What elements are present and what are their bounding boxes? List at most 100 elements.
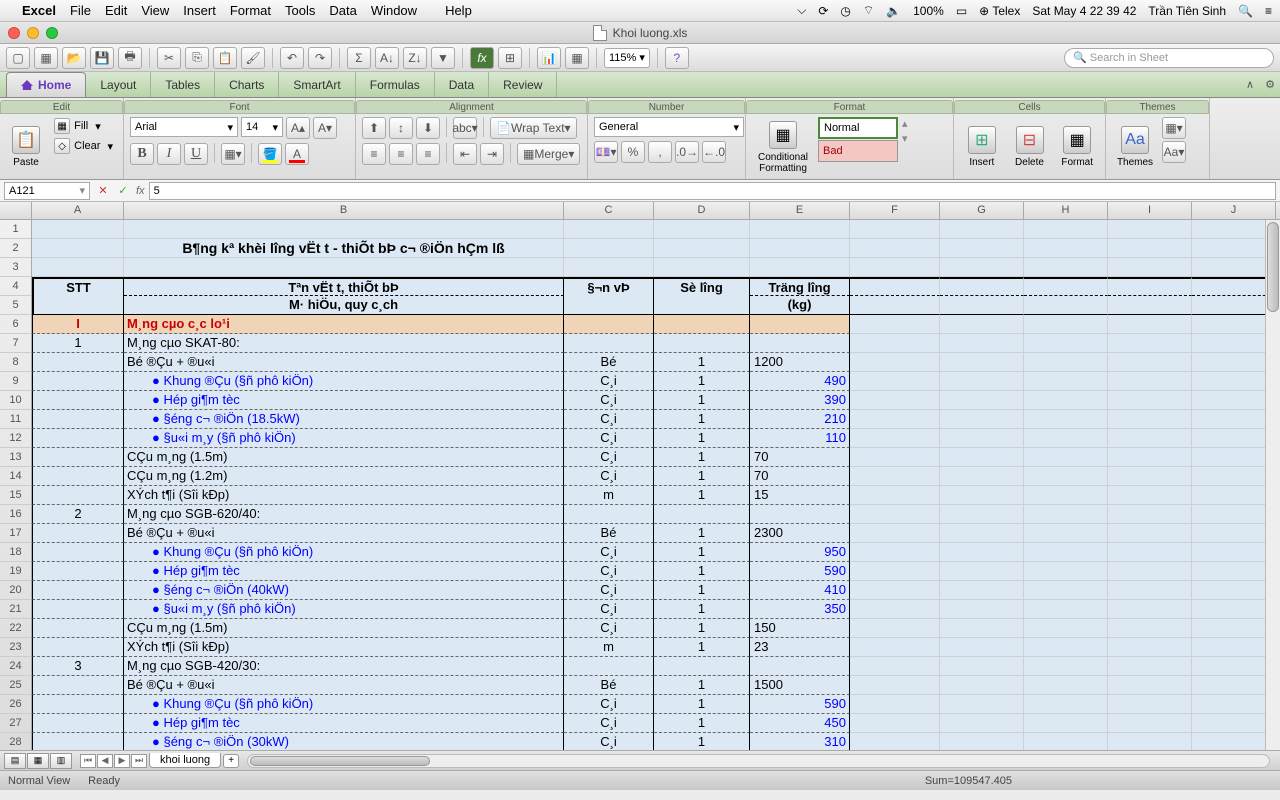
user-name[interactable]: Trần Tiên Sinh [1148, 4, 1226, 18]
cell[interactable]: Bé ®Çu + ®u«i [124, 524, 564, 543]
cell[interactable] [32, 524, 124, 543]
collapse-ribbon-icon[interactable]: ∧ [1240, 72, 1260, 97]
dec-inc-button[interactable]: .0→ [675, 141, 699, 163]
cell[interactable] [1192, 562, 1276, 581]
cell[interactable] [654, 220, 750, 239]
row-11[interactable]: 11 [0, 410, 31, 429]
cell[interactable] [124, 220, 564, 239]
cell[interactable] [654, 239, 750, 258]
cell[interactable] [940, 486, 1024, 505]
cell[interactable]: C¸i [564, 581, 654, 600]
cell[interactable] [32, 543, 124, 562]
cell[interactable] [750, 258, 850, 277]
sync-icon[interactable]: ⟳ [818, 4, 828, 18]
fx-button[interactable]: fx [470, 47, 494, 69]
cell[interactable] [1108, 429, 1192, 448]
menu-insert[interactable]: Insert [183, 3, 216, 18]
cell[interactable] [1024, 486, 1108, 505]
filter-button[interactable]: ▼ [431, 47, 455, 69]
cell[interactable]: M· hiÖu, quy c¸ch [124, 296, 564, 315]
wraptext-button[interactable]: 📄 Wrap Text ▾ [490, 117, 577, 139]
print-button[interactable]: 🖶 [118, 47, 142, 69]
row-15[interactable]: 15 [0, 486, 31, 505]
cell[interactable] [1108, 505, 1192, 524]
row-16[interactable]: 16 [0, 505, 31, 524]
cell[interactable]: 15 [750, 486, 850, 505]
cell[interactable] [850, 258, 940, 277]
cell[interactable] [1192, 467, 1276, 486]
cell[interactable] [1192, 543, 1276, 562]
col-H[interactable]: H [1024, 202, 1108, 219]
cell[interactable] [850, 714, 940, 733]
pagelayout-view-button[interactable]: ▦ [27, 753, 49, 769]
tab-last-icon[interactable]: ⏭ [131, 754, 147, 768]
col-B[interactable]: B [124, 202, 564, 219]
templates-button[interactable]: ▦ [34, 47, 58, 69]
cell[interactable] [850, 353, 940, 372]
cell[interactable] [32, 600, 124, 619]
cell[interactable] [564, 258, 654, 277]
cell[interactable] [1024, 695, 1108, 714]
save-button[interactable]: 💾 [90, 47, 114, 69]
paste-bigbutton[interactable]: 📋Paste [6, 117, 46, 177]
cell[interactable] [850, 733, 940, 750]
cell[interactable]: I [32, 315, 124, 334]
cell[interactable]: C¸i [564, 448, 654, 467]
clock-icon[interactable]: ◷ [840, 4, 850, 18]
cell[interactable] [850, 220, 940, 239]
cell[interactable]: (kg) [750, 296, 850, 315]
pagebreak-view-button[interactable]: ▥ [50, 753, 72, 769]
cell[interactable]: §u«i m¸y (§ñ phô kiÖn) [124, 429, 564, 448]
menu-format[interactable]: Format [230, 3, 271, 18]
percent-button[interactable]: % [621, 141, 645, 163]
ribbon-options-icon[interactable]: ⚙ [1260, 72, 1280, 97]
menu-excel[interactable]: Excel [22, 3, 56, 18]
cell[interactable]: Träng l­îng [750, 277, 850, 296]
cell[interactable]: M¸ng cµo SGB-620/40: [124, 505, 564, 524]
cell[interactable] [850, 239, 940, 258]
cell[interactable]: M¸ng cµo SGB-420/30: [124, 657, 564, 676]
cell[interactable] [750, 657, 850, 676]
cell[interactable]: B¶ng kª khèi l­îng vËt t­ - thiÕt bÞ c¬ … [124, 239, 564, 258]
cell[interactable] [940, 714, 1024, 733]
cell[interactable]: Hép gi¶m tèc [124, 391, 564, 410]
tab-next-icon[interactable]: ▶ [114, 754, 130, 768]
cell[interactable]: Bé [564, 524, 654, 543]
cell[interactable] [940, 239, 1024, 258]
cell[interactable]: CÇu m¸ng (1.2m) [124, 467, 564, 486]
cell[interactable] [1192, 429, 1276, 448]
undo-button[interactable]: ↶ [280, 47, 304, 69]
cell[interactable] [1192, 695, 1276, 714]
grid[interactable]: B¶ng kª khèi l­îng vËt t­ - thiÕt bÞ c¬ … [32, 220, 1280, 750]
row-7[interactable]: 7 [0, 334, 31, 353]
cell[interactable]: §u«i m¸y (§ñ phô kiÖn) [124, 600, 564, 619]
cell[interactable] [940, 562, 1024, 581]
cell[interactable] [1192, 372, 1276, 391]
cell[interactable] [1108, 296, 1192, 315]
cell[interactable]: §¬n vÞ [564, 277, 654, 296]
cell[interactable] [940, 695, 1024, 714]
cell[interactable] [750, 334, 850, 353]
align-left-button[interactable]: ≡ [362, 143, 386, 165]
normal-view-button[interactable]: ▤ [4, 753, 26, 769]
cell[interactable]: 1 [654, 714, 750, 733]
cell[interactable] [1108, 334, 1192, 353]
cell[interactable] [940, 429, 1024, 448]
cell[interactable]: Tªn vËt t­, thiÕt bÞ [124, 277, 564, 296]
cell[interactable]: 150 [750, 619, 850, 638]
cell[interactable]: 1 [654, 372, 750, 391]
cell[interactable] [124, 258, 564, 277]
row-13[interactable]: 13 [0, 448, 31, 467]
col-E[interactable]: E [750, 202, 850, 219]
merge-button[interactable]: ▦ Merge ▾ [517, 143, 580, 165]
cell[interactable]: 350 [750, 600, 850, 619]
tab-tables[interactable]: Tables [151, 72, 215, 97]
currency-button[interactable]: 💷▾ [594, 141, 618, 163]
cell[interactable]: C¸i [564, 391, 654, 410]
cell[interactable] [564, 657, 654, 676]
cell[interactable]: 1 [654, 391, 750, 410]
sort-asc-button[interactable]: A↓ [375, 47, 399, 69]
cell[interactable]: m [564, 638, 654, 657]
cell[interactable] [1192, 448, 1276, 467]
cell[interactable]: Khung ®Çu (§ñ phô kiÖn) [124, 695, 564, 714]
